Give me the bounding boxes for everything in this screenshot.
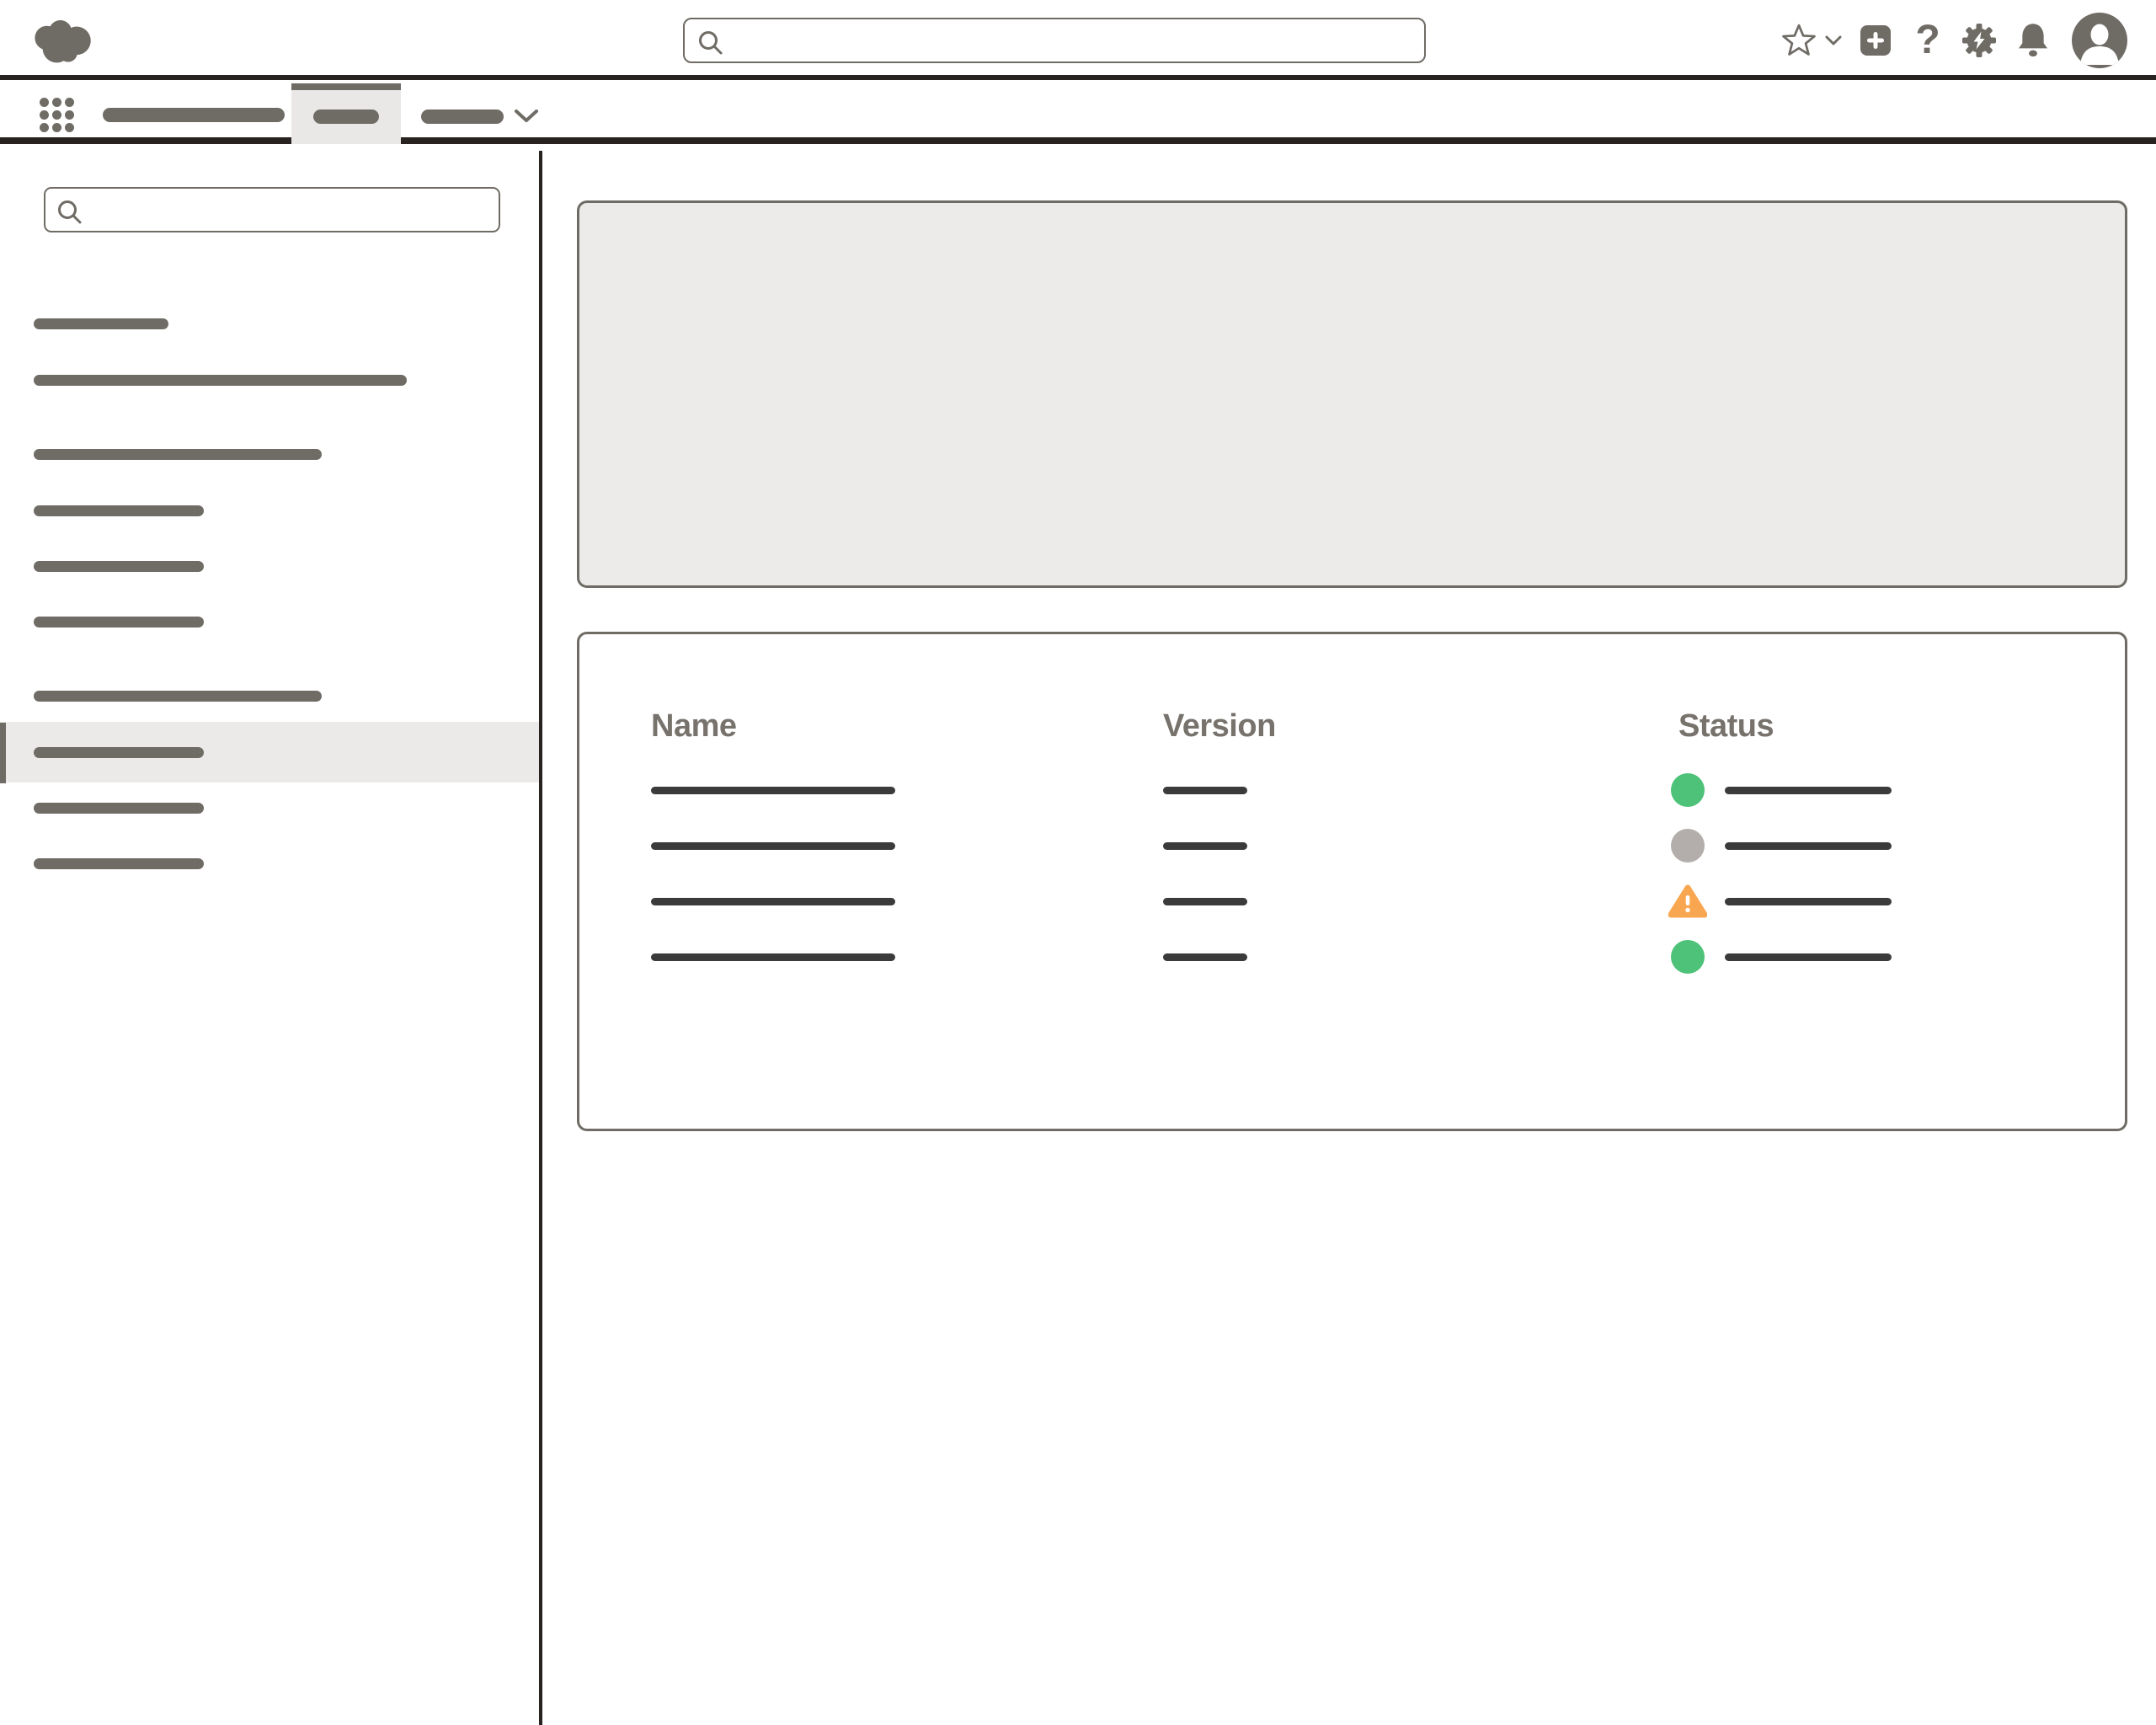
success-status-icon (1671, 773, 1705, 807)
app-launcher-button[interactable] (40, 98, 74, 132)
app-header: ? (0, 0, 2156, 80)
redacted-text-bar (1163, 953, 1247, 961)
sidebar-group-header (34, 449, 322, 460)
table-row[interactable] (579, 929, 2125, 985)
setup-sidebar (0, 151, 542, 1725)
gear-icon (1961, 23, 1997, 58)
search-icon (696, 29, 725, 57)
sidebar-selected-accent (0, 723, 6, 783)
packages-table-card: Name Version Status (577, 632, 2127, 1131)
sidebar-nav (0, 151, 539, 1725)
help-button[interactable]: ? (1903, 0, 1952, 80)
chevron-down-icon (1825, 35, 1842, 46)
global-search (683, 18, 1426, 63)
waffle-icon (40, 123, 49, 132)
waffle-icon (65, 123, 74, 132)
waffle-icon (65, 110, 74, 120)
redacted-text-bar (651, 953, 895, 961)
sidebar-item[interactable] (34, 505, 204, 516)
redacted-text-bar (651, 787, 895, 794)
app-name-placeholder (103, 108, 285, 122)
main-content: Name Version Status (546, 151, 2156, 1725)
plus-square-icon (1860, 24, 1892, 56)
sidebar-item[interactable] (34, 747, 204, 758)
sidebar-item[interactable] (34, 617, 204, 628)
redacted-text-bar (1725, 898, 1892, 905)
table-row[interactable] (579, 873, 2125, 929)
table-rows (579, 634, 2125, 1129)
redacted-text-bar (1725, 787, 1892, 794)
star-icon (1781, 23, 1817, 58)
sidebar-group-header (34, 691, 322, 702)
waffle-icon (40, 98, 49, 107)
table-row[interactable] (579, 762, 2125, 818)
tab-selected[interactable] (291, 85, 401, 144)
redacted-text-bar (1725, 842, 1892, 850)
redacted-text-bar (1163, 898, 1247, 905)
warning-icon (1668, 884, 1707, 923)
cloud-logo-icon (28, 9, 99, 67)
question-icon: ? (1915, 20, 1940, 61)
tab-label-placeholder (313, 109, 379, 124)
neutral-status-icon (1671, 829, 1705, 862)
bell-icon (2016, 22, 2050, 59)
sidebar-item[interactable] (34, 561, 204, 572)
redacted-text-bar (651, 898, 895, 905)
waffle-icon (52, 110, 61, 120)
sidebar-item[interactable] (34, 858, 204, 869)
sidebar-item[interactable] (34, 375, 407, 386)
tab-label-placeholder (421, 109, 504, 124)
tab-active-accent (291, 83, 401, 90)
table-row[interactable] (579, 818, 2125, 873)
global-search-input[interactable] (732, 19, 1414, 61)
waffle-icon (40, 110, 49, 120)
favorites-menu-button[interactable] (1819, 0, 1848, 80)
redacted-text-bar (1163, 787, 1247, 794)
redacted-text-bar (1163, 842, 1247, 850)
waffle-icon (52, 98, 61, 107)
tab-with-dropdown[interactable] (421, 85, 564, 144)
redacted-text-bar (651, 842, 895, 850)
page-header-placeholder (577, 200, 2127, 588)
avatar-icon (2072, 13, 2127, 68)
header-actions: ? (1779, 0, 2127, 80)
favorites-button[interactable] (1779, 0, 1819, 80)
sidebar-item[interactable] (34, 803, 204, 814)
waffle-icon (52, 123, 61, 132)
setup-button[interactable] (1952, 0, 2006, 80)
success-status-icon (1671, 940, 1705, 974)
tab-bar (0, 85, 2156, 144)
notifications-button[interactable] (2006, 0, 2060, 80)
waffle-icon (65, 98, 74, 107)
profile-button[interactable] (2060, 0, 2127, 80)
quick-add-button[interactable] (1848, 0, 1903, 80)
chevron-down-icon (514, 109, 539, 124)
sidebar-group-header (34, 318, 168, 329)
redacted-text-bar (1725, 953, 1892, 961)
